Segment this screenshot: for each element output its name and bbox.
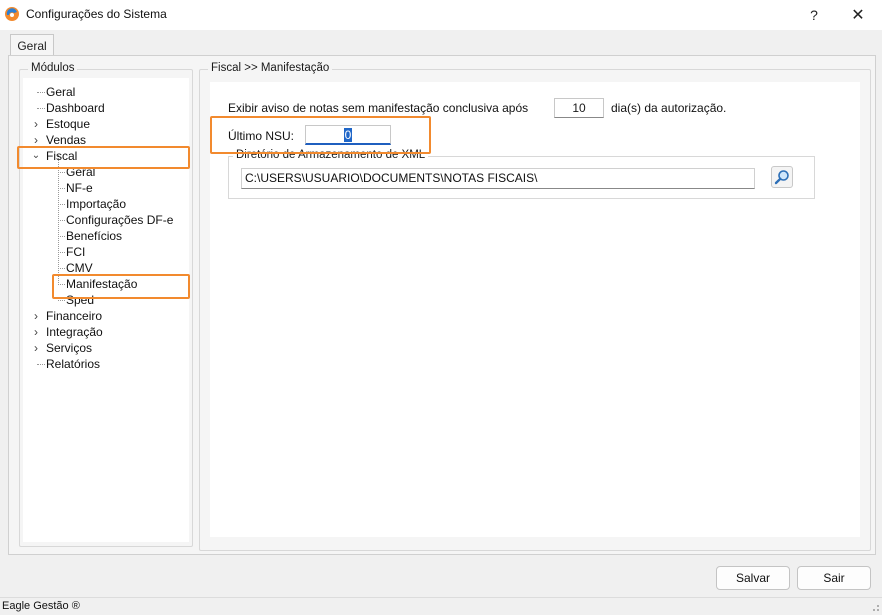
- tree-connector: [58, 155, 59, 283]
- app-logo-icon: [4, 6, 20, 22]
- tree-connector: [37, 92, 45, 93]
- status-text: Eagle Gestão ®: [2, 600, 80, 612]
- tree-connector: [58, 220, 65, 221]
- tree-item-relatorios[interactable]: Relatórios: [46, 356, 100, 372]
- close-button[interactable]: ✕: [836, 0, 880, 30]
- tree-connector: [58, 300, 65, 301]
- warning-label: Exibir aviso de notas sem manifestação c…: [228, 101, 529, 115]
- tree-item-integracao[interactable]: Integração: [46, 324, 103, 340]
- xml-path-input[interactable]: C:\USERS\USUARIO\DOCUMENTS\NOTAS FISCAIS…: [241, 168, 755, 189]
- title-bar: Configurações do Sistema ? ✕: [0, 0, 882, 30]
- tree-connector: [58, 284, 65, 285]
- tree-connector: [37, 364, 45, 365]
- tree-item-nfe[interactable]: NF-e: [66, 180, 93, 196]
- tree-connector: [37, 108, 45, 109]
- tab-geral[interactable]: Geral: [10, 34, 54, 56]
- nsu-value: 0: [343, 127, 353, 142]
- status-bar: Eagle Gestão ®: [0, 597, 882, 615]
- save-button[interactable]: Salvar: [716, 566, 790, 590]
- help-button[interactable]: ?: [792, 0, 836, 30]
- tree-connector: [58, 188, 65, 189]
- tree-item-manifestacao[interactable]: Manifestação: [66, 276, 137, 292]
- tree-item-fiscal-geral[interactable]: Geral: [66, 164, 95, 180]
- tree-item-sped[interactable]: Sped: [66, 292, 94, 308]
- tree-item-financeiro[interactable]: Financeiro: [46, 308, 102, 324]
- xml-directory-title: Diretório de Armazenamento de XML: [233, 149, 429, 161]
- tree-connector: [58, 268, 65, 269]
- tree-item-fci[interactable]: FCI: [66, 244, 85, 260]
- nsu-input[interactable]: 0: [305, 125, 391, 145]
- tree-connector: [58, 252, 65, 253]
- modules-group: Módulos › › ⌄ › › › Geral Dashboard Esto…: [19, 62, 193, 547]
- tree-item-vendas[interactable]: Vendas: [46, 132, 86, 148]
- exit-button[interactable]: Sair: [797, 566, 871, 590]
- tree-connector: [58, 236, 65, 237]
- window-title: Configurações do Sistema: [26, 7, 167, 21]
- chevron-right-icon[interactable]: ›: [31, 132, 41, 148]
- tree-item-importacao[interactable]: Importação: [66, 196, 126, 212]
- warning-days-input[interactable]: 10: [554, 98, 604, 118]
- modules-group-title: Módulos: [28, 62, 78, 74]
- chevron-right-icon[interactable]: ›: [31, 340, 41, 356]
- tree-connector: [58, 172, 65, 173]
- tab-panel: Módulos › › ⌄ › › › Geral Dashboard Esto…: [8, 55, 876, 555]
- resize-grip-icon[interactable]: [870, 602, 880, 612]
- chevron-right-icon[interactable]: ›: [31, 308, 41, 324]
- tree-connector: [58, 204, 65, 205]
- chevron-right-icon[interactable]: ›: [31, 116, 41, 132]
- warning-suffix-label: dia(s) da autorização.: [611, 101, 727, 115]
- chevron-right-icon[interactable]: ›: [31, 324, 41, 340]
- tree-item-estoque[interactable]: Estoque: [46, 116, 90, 132]
- manifestacao-group-title: Fiscal >> Manifestação: [208, 62, 333, 74]
- tree-item-dashboard[interactable]: Dashboard: [46, 100, 105, 116]
- chevron-down-icon[interactable]: ⌄: [31, 148, 41, 164]
- magnifier-icon: [774, 170, 789, 185]
- browse-button[interactable]: [771, 166, 793, 188]
- xml-directory-group: Diretório de Armazenamento de XML C:\USE…: [228, 149, 815, 199]
- tree-item-cmv[interactable]: CMV: [66, 260, 93, 276]
- tree-item-fiscal[interactable]: Fiscal: [46, 148, 77, 164]
- manifestacao-group: Fiscal >> Manifestação Exibir aviso de n…: [199, 62, 871, 551]
- tree-item-configuracoes-dfe[interactable]: Configurações DF-e: [66, 212, 173, 228]
- tree-item-servicos[interactable]: Serviços: [46, 340, 92, 356]
- manifestacao-content: Exibir aviso de notas sem manifestação c…: [210, 82, 860, 537]
- tree-item-geral[interactable]: Geral: [46, 84, 75, 100]
- tree-item-beneficios[interactable]: Benefícios: [66, 228, 122, 244]
- nsu-label: Último NSU:: [228, 129, 295, 143]
- modules-tree: › › ⌄ › › › Geral Dashboard Estoque Vend…: [23, 78, 189, 542]
